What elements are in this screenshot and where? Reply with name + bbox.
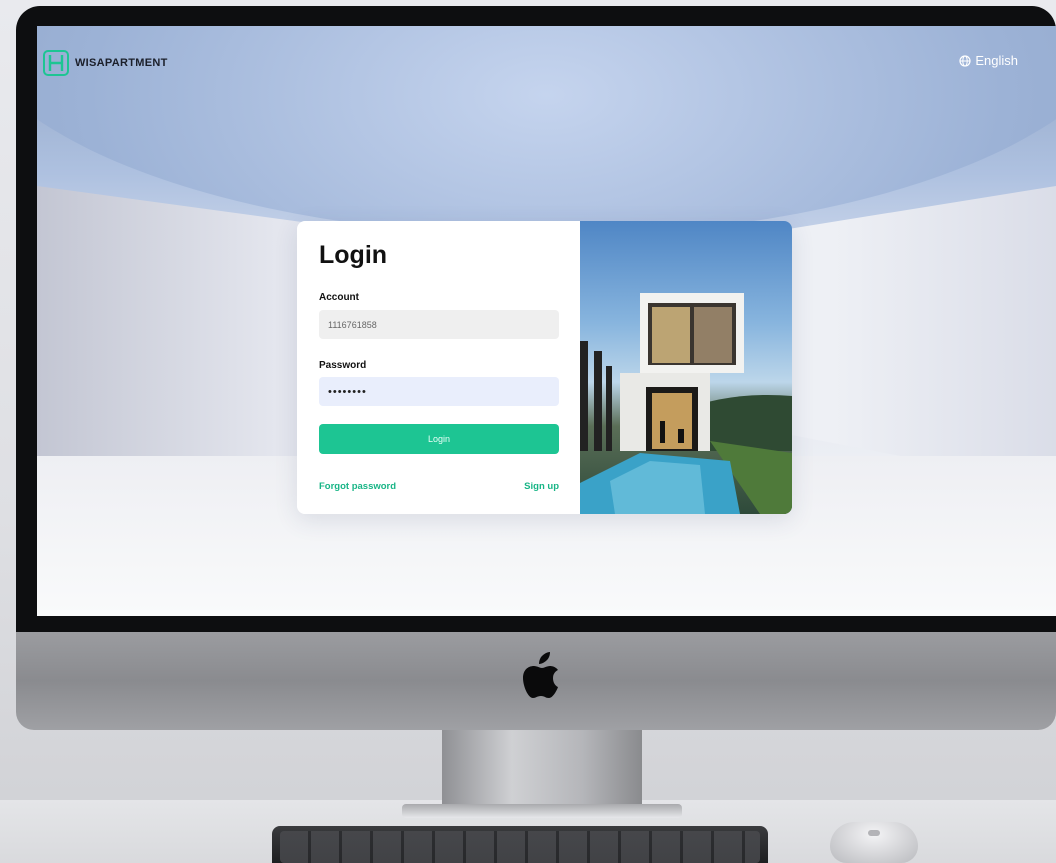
mouse [830,822,918,863]
sign-up-link[interactable]: Sign up [524,481,559,492]
keyboard [272,826,768,863]
brand-name: WISAPARTMENT [75,57,168,69]
screen: WISAPARTMENT English Login Account Passw… [37,26,1056,616]
language-switcher[interactable]: English [959,53,1018,68]
login-form: Login Account Password Login Forgot pass… [297,221,580,514]
password-input[interactable] [319,377,559,406]
brand[interactable]: WISAPARTMENT [41,48,168,78]
background-wall-right [776,186,1056,486]
house-photo [580,221,792,514]
apple-icon [523,652,558,698]
language-label: English [975,53,1018,68]
login-title: Login [319,241,388,269]
password-label: Password [319,360,367,371]
house-illustration [580,293,792,514]
account-input[interactable] [319,310,559,339]
forgot-password-link[interactable]: Forgot password [319,481,396,492]
login-card: Login Account Password Login Forgot pass… [297,221,792,514]
keyboard-keys [280,831,760,863]
monitor-stand [402,725,682,818]
login-button[interactable]: Login [319,424,559,454]
brand-logo-icon [43,50,69,76]
globe-icon [959,54,971,67]
account-label: Account [319,292,359,303]
background-sky [37,26,1056,236]
